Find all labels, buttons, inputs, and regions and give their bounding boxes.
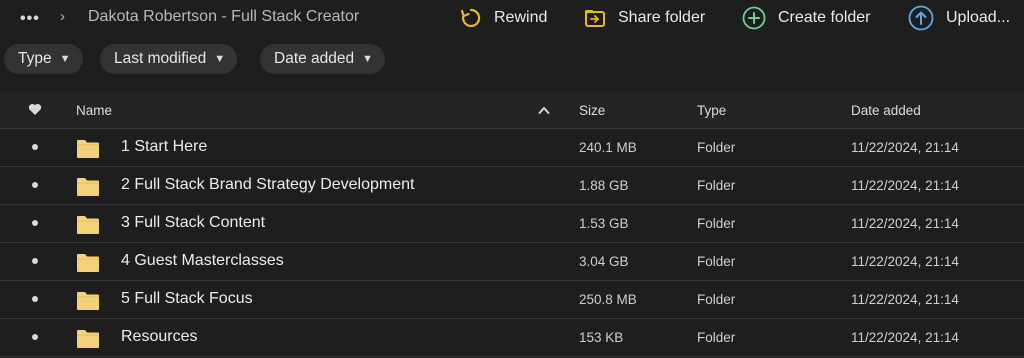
file-size: 1.53 GB bbox=[579, 216, 629, 231]
folder-icon bbox=[77, 178, 99, 196]
rewind-icon bbox=[460, 8, 481, 28]
chevron-down-icon: ▼ bbox=[362, 53, 374, 65]
folder-icon bbox=[77, 330, 99, 348]
more-menu-button[interactable]: ••• bbox=[20, 10, 40, 28]
rewind-label: Rewind bbox=[494, 9, 548, 26]
file-type: Folder bbox=[697, 330, 736, 345]
share-folder-button[interactable]: Share folder bbox=[584, 5, 705, 31]
rewind-button[interactable]: Rewind bbox=[460, 5, 547, 31]
file-type: Folder bbox=[697, 254, 736, 269]
upload-button[interactable]: Upload... bbox=[908, 5, 1010, 31]
filter-bar: Type ▼ Last modified ▼ Date added ▼ bbox=[0, 44, 1024, 76]
bullet-icon bbox=[32, 334, 38, 340]
upload-label: Upload... bbox=[946, 9, 1011, 26]
file-type: Folder bbox=[697, 178, 736, 193]
chevron-down-icon: ▼ bbox=[214, 53, 226, 65]
heart-icon[interactable] bbox=[28, 103, 42, 116]
file-type: Folder bbox=[697, 140, 736, 155]
file-name: 3 Full Stack Content bbox=[121, 214, 266, 231]
file-name: 1 Start Here bbox=[121, 138, 208, 155]
bullet-icon bbox=[32, 182, 38, 188]
file-date-added: 11/22/2024, 21:14 bbox=[851, 292, 959, 307]
bullet-icon bbox=[32, 144, 38, 150]
breadcrumb-current-folder[interactable]: Dakota Robertson - Full Stack Creator bbox=[88, 8, 359, 26]
table-row[interactable]: 5 Full Stack Focus 250.8 MB Folder 11/22/20… bbox=[0, 281, 1024, 319]
file-date-added: 11/22/2024, 21:14 bbox=[851, 330, 959, 345]
column-header-type[interactable]: Type bbox=[697, 103, 726, 118]
sort-ascending-icon[interactable] bbox=[538, 106, 550, 114]
last-modified-filter-label: Last modified bbox=[114, 50, 207, 67]
table-row[interactable]: 3 Full Stack Content 1.53 GB Folder 11/22/2… bbox=[0, 205, 1024, 243]
date-added-filter-label: Date added bbox=[274, 50, 355, 67]
column-header-name[interactable]: Name bbox=[76, 103, 112, 118]
share-folder-icon bbox=[585, 10, 605, 27]
table-row[interactable]: 1 Start Here 240.1 MB Folder 11/22/2024, 21… bbox=[0, 129, 1024, 167]
folder-icon bbox=[77, 140, 99, 158]
file-size: 240.1 MB bbox=[579, 140, 637, 155]
file-size: 153 KB bbox=[579, 330, 624, 345]
date-added-filter-dropdown[interactable]: Date added ▼ bbox=[260, 44, 386, 74]
chevron-down-icon: ▼ bbox=[59, 53, 71, 65]
file-date-added: 11/22/2024, 21:14 bbox=[851, 216, 959, 231]
file-table: Name Size Type Date added 1 Start Here 24… bbox=[0, 92, 1024, 357]
column-header-size[interactable]: Size bbox=[579, 103, 605, 118]
file-size: 1.88 GB bbox=[579, 178, 629, 193]
file-date-added: 11/22/2024, 21:14 bbox=[851, 178, 959, 193]
file-date-added: 11/22/2024, 21:14 bbox=[851, 140, 959, 155]
table-header: Name Size Type Date added bbox=[0, 92, 1024, 129]
file-date-added: 11/22/2024, 21:14 bbox=[851, 254, 959, 269]
file-size: 250.8 MB bbox=[579, 292, 637, 307]
file-name: Resources bbox=[121, 328, 198, 345]
type-filter-label: Type bbox=[18, 50, 52, 67]
bullet-icon bbox=[32, 258, 38, 264]
table-row[interactable]: 2 Full Stack Brand Strategy Development 1… bbox=[0, 167, 1024, 205]
table-body: 1 Start Here 240.1 MB Folder 11/22/2024, 21… bbox=[0, 129, 1024, 357]
bullet-icon bbox=[32, 296, 38, 302]
file-name: 5 Full Stack Focus bbox=[121, 290, 253, 307]
folder-icon bbox=[77, 254, 99, 272]
upload-icon bbox=[908, 5, 934, 31]
file-name: 4 Guest Masterclasses bbox=[121, 252, 284, 269]
file-name: 2 Full Stack Brand Strategy Development bbox=[121, 176, 415, 193]
plus-circle-icon bbox=[742, 6, 766, 30]
top-bar: ••• › Dakota Robertson - Full Stack Crea… bbox=[0, 0, 1024, 36]
create-folder-button[interactable]: Create folder bbox=[742, 5, 871, 31]
column-header-date-added[interactable]: Date added bbox=[851, 103, 921, 118]
chevron-right-icon: › bbox=[60, 8, 65, 25]
bullet-icon bbox=[32, 220, 38, 226]
file-type: Folder bbox=[697, 216, 736, 231]
share-folder-label: Share folder bbox=[618, 9, 706, 26]
table-row[interactable]: 4 Guest Masterclasses 3.04 GB Folder 11/22/… bbox=[0, 243, 1024, 281]
create-folder-label: Create folder bbox=[778, 9, 871, 26]
file-size: 3.04 GB bbox=[579, 254, 629, 269]
file-type: Folder bbox=[697, 292, 736, 307]
folder-icon bbox=[77, 216, 99, 234]
table-row[interactable]: Resources 153 KB Folder 11/22/2024, 21:14 bbox=[0, 319, 1024, 357]
type-filter-dropdown[interactable]: Type ▼ bbox=[4, 44, 83, 74]
folder-icon bbox=[77, 292, 99, 310]
last-modified-filter-dropdown[interactable]: Last modified ▼ bbox=[100, 44, 238, 74]
